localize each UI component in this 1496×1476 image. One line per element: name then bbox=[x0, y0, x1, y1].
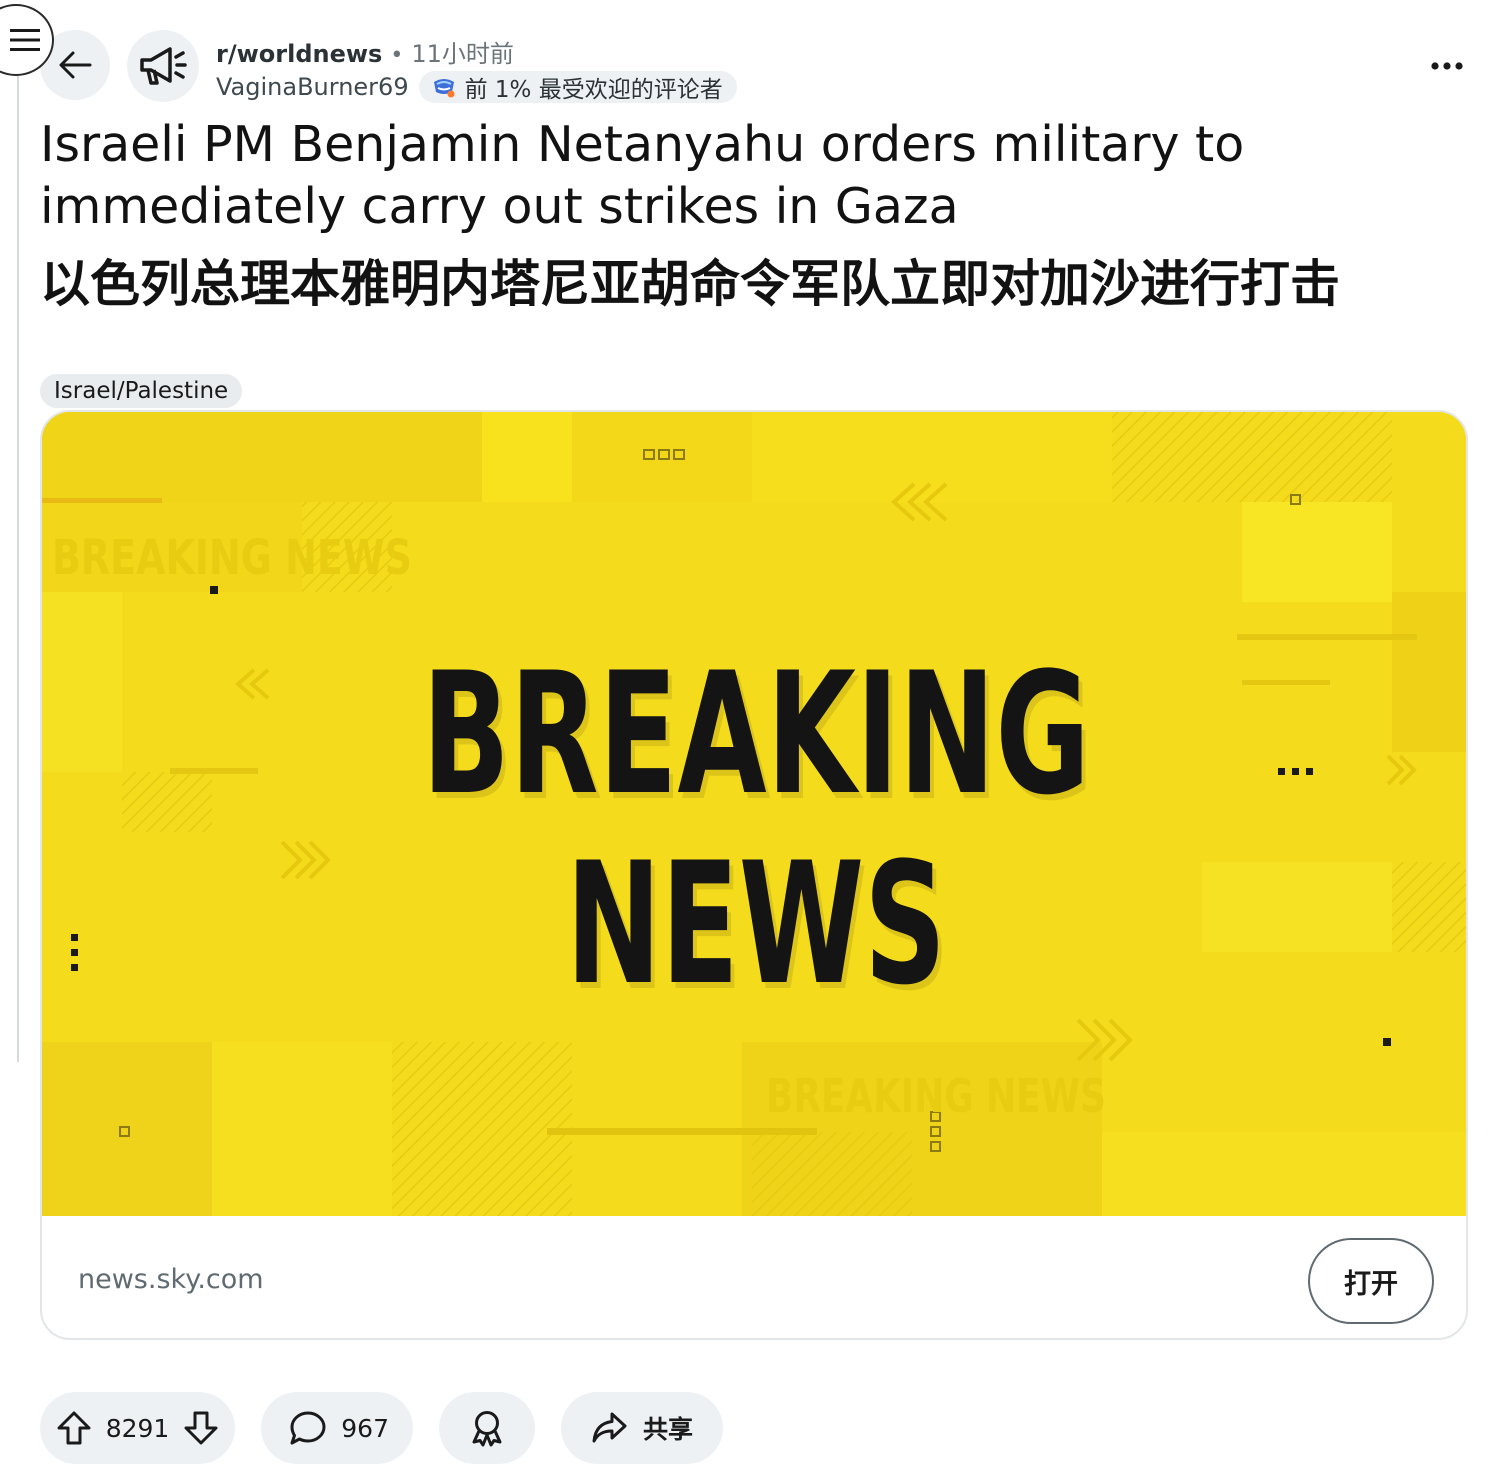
link-thumbnail: BREAKING NEWS BREAKING NEWS BREAKING NEW… bbox=[42, 412, 1466, 1216]
author-flair-text: 前 1% 最受欢迎的评论者 bbox=[464, 77, 723, 103]
link-card-footer: news.sky.com 打开 bbox=[42, 1216, 1466, 1338]
meta-separator: • bbox=[390, 43, 404, 68]
thread-rail bbox=[17, 76, 19, 1062]
post-timestamp: 11小时前 bbox=[411, 40, 514, 68]
subreddit-link[interactable]: r/worldnews bbox=[216, 40, 382, 68]
vote-control: 8291 bbox=[40, 1392, 235, 1464]
thumbnail-watermark-top: BREAKING NEWS bbox=[52, 530, 412, 586]
subreddit-avatar[interactable] bbox=[127, 30, 199, 102]
thumbnail-headline-line2: NEWS bbox=[566, 826, 946, 1022]
comments-button[interactable]: 967 bbox=[261, 1392, 413, 1464]
hamburger-menu-icon bbox=[10, 29, 40, 51]
upvote-count: 8291 bbox=[105, 1413, 170, 1443]
arrow-down-icon[interactable] bbox=[183, 1410, 219, 1446]
link-domain[interactable]: news.sky.com bbox=[78, 1264, 264, 1295]
author-flair-badge: 前 1% 最受欢迎的评论者 bbox=[418, 71, 737, 103]
share-arrow-icon bbox=[592, 1412, 627, 1443]
top-commenter-icon bbox=[433, 79, 455, 98]
speech-bubble-icon bbox=[290, 1411, 326, 1445]
post-title: Israeli PM Benjamin Netanyahu orders mil… bbox=[40, 116, 1245, 235]
award-icon bbox=[472, 1411, 502, 1447]
link-preview-card[interactable]: BREAKING NEWS BREAKING NEWS BREAKING NEW… bbox=[40, 410, 1468, 1340]
megaphone-icon bbox=[140, 47, 187, 85]
more-options-button[interactable] bbox=[1422, 46, 1472, 86]
arrow-left-icon bbox=[59, 51, 92, 79]
post-flair-tag[interactable]: Israel/Palestine bbox=[40, 374, 243, 408]
post-title-translation: 以色列总理本雅明内塔尼亚胡命令军队立即对加沙进行打击 bbox=[40, 255, 1340, 313]
share-button[interactable]: 共享 bbox=[561, 1392, 723, 1464]
comment-count: 967 bbox=[341, 1413, 389, 1443]
open-link-button[interactable]: 打开 bbox=[1308, 1238, 1434, 1324]
post-action-bar: 8291 967 共享 bbox=[40, 1392, 749, 1464]
post-meta: r/worldnews • 11小时前 VaginaBurner69 前 1% … bbox=[216, 34, 737, 104]
share-label: 共享 bbox=[642, 1415, 693, 1444]
arrow-up-icon[interactable] bbox=[56, 1410, 92, 1446]
author-link[interactable]: VaginaBurner69 bbox=[216, 73, 409, 101]
thumbnail-watermark-bottom: BREAKING NEWS bbox=[766, 1069, 1106, 1123]
award-button[interactable] bbox=[439, 1392, 535, 1464]
thumbnail-headline-line1: BREAKING bbox=[422, 636, 1090, 832]
ellipsis-icon bbox=[1431, 62, 1463, 70]
